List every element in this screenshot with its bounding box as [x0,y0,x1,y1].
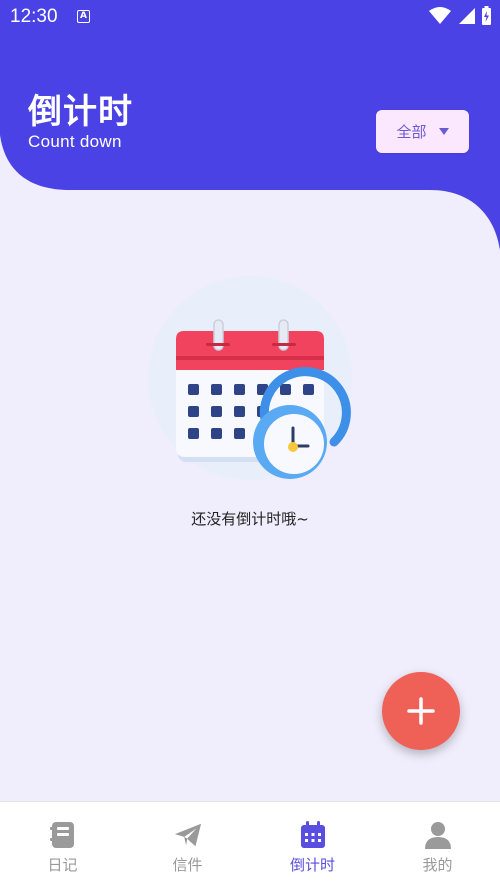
notebook-icon [49,821,77,849]
filter-label: 全部 [396,123,427,141]
nav-label-me: 我的 [422,856,453,874]
calendar-icon [299,821,327,849]
notification-icon: A [77,10,90,23]
status-time: 12:30 [10,6,58,27]
plus-icon [407,697,435,725]
nav-item-me[interactable]: 我的 [375,802,500,888]
add-countdown-button[interactable] [382,672,460,750]
empty-state-message: 还没有倒计时哦~ [191,510,309,528]
caret-down-icon [438,128,449,135]
nav-label-diary: 日记 [47,856,78,874]
bottom-nav: 日记 信件 倒计时 我的 [0,801,500,888]
nav-label-letters: 信件 [172,856,203,874]
battery-charging-icon [482,6,491,25]
status-bar: 12:30 A [0,0,500,34]
user-icon [424,821,452,849]
paper-plane-icon [174,821,202,849]
nav-item-diary[interactable]: 日记 [0,802,125,888]
page-subtitle: Count down [28,132,122,151]
status-icons [429,6,492,26]
page-title: 倒计时 [28,92,133,132]
nav-item-countdown[interactable]: 倒计时 [250,802,375,888]
nav-label-countdown: 倒计时 [289,856,335,874]
calendar-clock-icon [148,276,352,480]
filter-dropdown[interactable]: 全部 [376,110,469,153]
wifi-icon [429,7,451,24]
nav-item-letters[interactable]: 信件 [125,802,250,888]
signal-icon [459,8,475,24]
